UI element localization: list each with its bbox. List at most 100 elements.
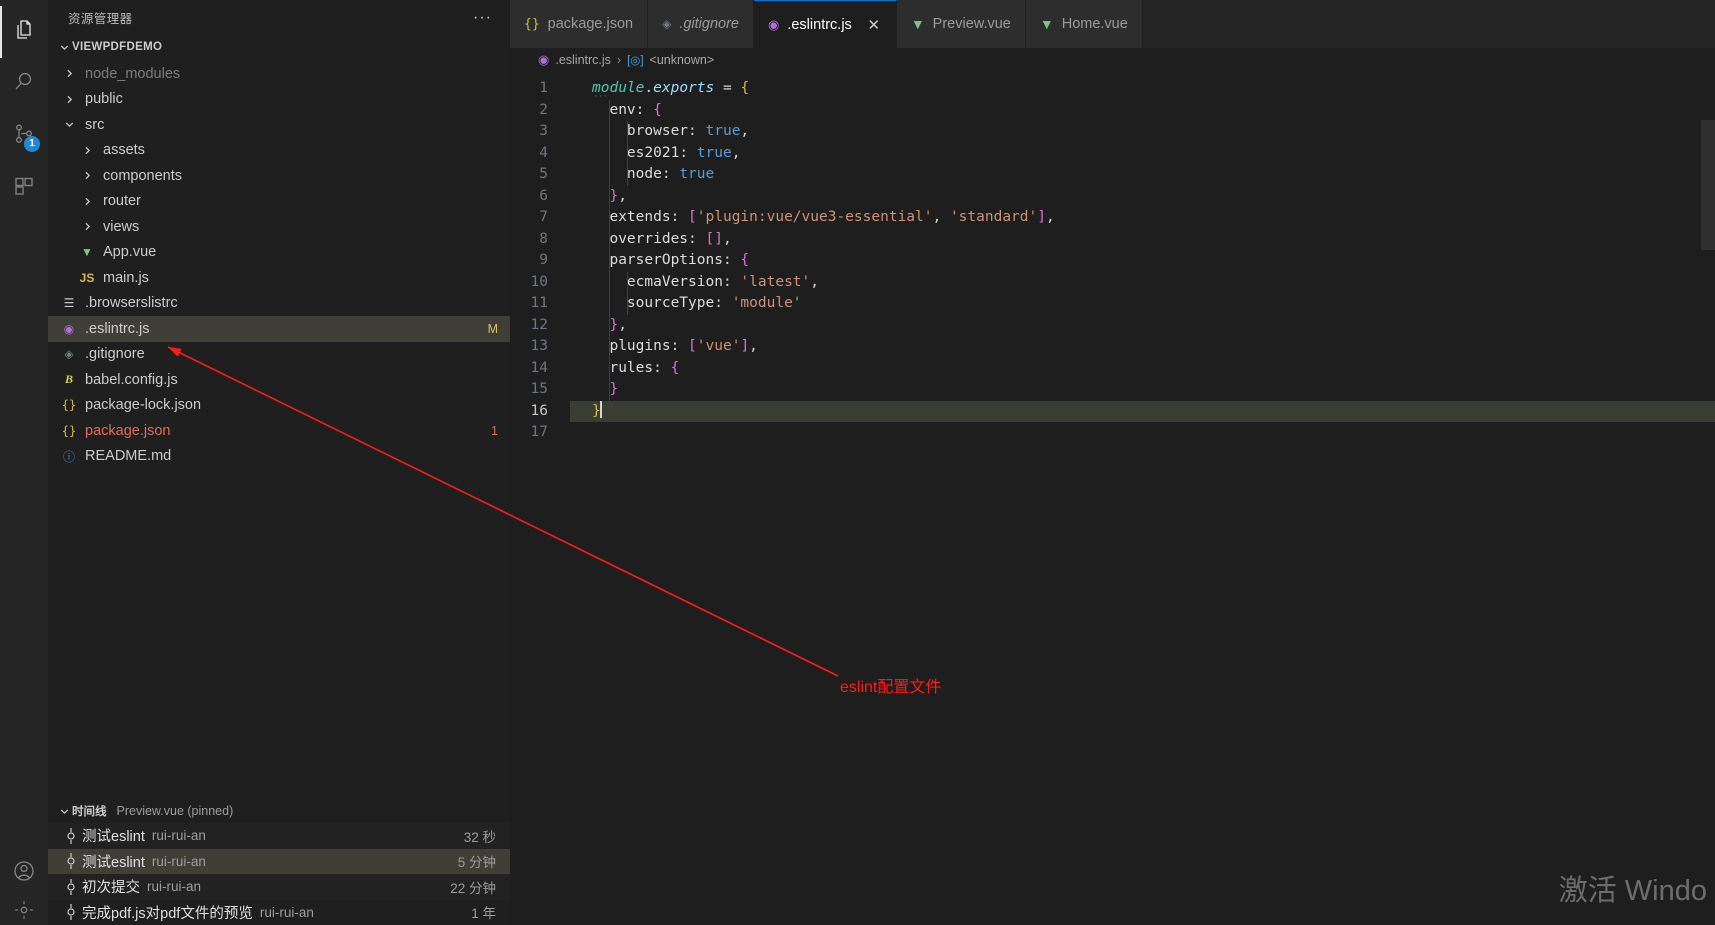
activity-bar-item-search[interactable] bbox=[0, 58, 48, 110]
timeline-item[interactable]: 测试eslint rui-rui-an 32 秒 bbox=[48, 823, 510, 849]
line-number: 5 bbox=[539, 166, 548, 182]
timeline-header[interactable]: 时间线 Preview.vue (pinned) bbox=[48, 799, 510, 823]
editor-tab-preview-vue[interactable]: ▼ Preview.vue bbox=[896, 0, 1026, 48]
tree-file-package-lock-json[interactable]: {} package-lock.json bbox=[48, 393, 510, 419]
line-number: 10 bbox=[530, 273, 548, 290]
code-line[interactable]: browser: true, bbox=[570, 121, 1715, 143]
source-control-badge: 1 bbox=[24, 136, 40, 152]
chevron-down-icon bbox=[58, 119, 80, 130]
timeline-item[interactable]: 完成pdf.js对pdf文件的预览 rui-rui-an 1 年 bbox=[48, 900, 510, 925]
code-line[interactable]: overrides: [], bbox=[570, 229, 1715, 251]
json-icon: {} bbox=[61, 423, 77, 438]
code-line[interactable]: extends: ['plugin:vue/vue3-essential', '… bbox=[570, 207, 1715, 229]
breadcrumb-file[interactable]: .eslintrc.js bbox=[555, 53, 611, 67]
code-line[interactable]: } bbox=[570, 379, 1715, 401]
explorer-more-actions-icon[interactable]: ··· bbox=[473, 9, 502, 27]
editor-tab-eslintrc-js[interactable]: ◉ .eslintrc.js ✕ bbox=[754, 0, 897, 48]
tree-item-label: App.vue bbox=[103, 244, 157, 261]
code-token: [ bbox=[688, 209, 697, 225]
code-line[interactable]: env: { bbox=[570, 100, 1715, 122]
code-line[interactable]: }, bbox=[570, 186, 1715, 208]
timeline-item-message: 测试eslint bbox=[82, 829, 145, 846]
chevron-right-icon bbox=[76, 221, 98, 232]
tree-folder-node-modules[interactable]: node_modules bbox=[48, 61, 510, 87]
tree-item-decoration: 1 bbox=[491, 423, 498, 438]
tree-item-decoration: M bbox=[487, 321, 498, 336]
code-line[interactable]: module.exports = { bbox=[570, 78, 1715, 100]
tree-file-eslintrc-js[interactable]: ◉ .eslintrc.js M bbox=[48, 316, 510, 342]
editor-area: {} package.json ◈ .gitignore ◉ .eslintrc.js ✕ ▼… bbox=[510, 0, 1715, 925]
explorer-root-folder-row[interactable]: VIEWPDFDEMO bbox=[48, 35, 510, 59]
timeline-item-author: rui-rui-an bbox=[151, 828, 206, 844]
chevron-right-icon bbox=[58, 94, 80, 105]
activity-bar-bottom-group bbox=[0, 847, 48, 925]
code-token: extends bbox=[592, 209, 671, 225]
code-token: : bbox=[670, 209, 680, 225]
tree-file-gitignore[interactable]: ◈ .gitignore bbox=[48, 342, 510, 368]
activity-bar-item-accounts[interactable] bbox=[0, 847, 48, 899]
code-token: : bbox=[688, 230, 697, 247]
code-token: , bbox=[810, 273, 819, 290]
tree-folder-src[interactable]: src bbox=[48, 112, 510, 138]
tab-label: Preview.vue bbox=[932, 16, 1011, 32]
code-line[interactable]: ecmaVersion: 'latest', bbox=[570, 272, 1715, 294]
line-number: 1 bbox=[539, 80, 548, 96]
timeline-item[interactable]: 初次提交 rui-rui-an 22 分钟 bbox=[48, 874, 510, 900]
tree-folder-components[interactable]: components bbox=[48, 163, 510, 189]
code-line[interactable]: sourceType: 'module' bbox=[570, 293, 1715, 315]
tree-folder-views[interactable]: views bbox=[48, 214, 510, 240]
code-line[interactable] bbox=[570, 422, 1715, 444]
activity-bar-item-source-control[interactable]: 1 bbox=[0, 110, 48, 162]
tree-folder-router[interactable]: router bbox=[48, 189, 510, 215]
tree-file-babel-config-js[interactable]: Bbabel.config.js bbox=[48, 367, 510, 393]
tree-file-main-js[interactable]: JS main.js bbox=[48, 265, 510, 291]
tree-item-label: babel.config.js bbox=[85, 371, 178, 388]
timeline-item[interactable]: 测试eslint rui-rui-an 5 分钟 bbox=[48, 848, 510, 874]
vue-icon: ▼ bbox=[1039, 16, 1054, 32]
code-line[interactable]: plugins: ['vue'], bbox=[570, 336, 1715, 358]
tab-label: Home.vue bbox=[1061, 16, 1128, 32]
editor-vertical-scrollbar[interactable] bbox=[1701, 120, 1715, 250]
line-number: 17 bbox=[530, 424, 548, 440]
tree-file-browserslistrc[interactable]: ☰ .browserslistrc bbox=[48, 291, 510, 317]
code-line[interactable]: rules: { bbox=[570, 358, 1715, 380]
editor-tab-package-json[interactable]: {} package.json bbox=[510, 0, 649, 48]
breadcrumb: ◉ .eslintrc.js › [◎] <unknown> bbox=[510, 48, 1715, 72]
tree-file-package-json[interactable]: {} package.json 1 bbox=[48, 418, 510, 444]
close-icon[interactable]: ✕ bbox=[866, 16, 882, 34]
activity-bar-item-explorer[interactable] bbox=[0, 6, 48, 58]
tab-bar-filler bbox=[1142, 0, 1715, 48]
code-token: 'standard' bbox=[949, 209, 1038, 225]
tree-folder-assets[interactable]: assets bbox=[48, 138, 510, 164]
code-line[interactable]: parserOptions: { bbox=[570, 250, 1715, 272]
code-token: ] bbox=[714, 230, 723, 247]
code-line[interactable]: }, bbox=[570, 315, 1715, 337]
code-token: overrides bbox=[592, 230, 689, 247]
gear-icon bbox=[13, 899, 35, 925]
code-line[interactable]: es2021: true, bbox=[570, 143, 1715, 165]
tree-file-app-vue[interactable]: ▼ App.vue bbox=[48, 240, 510, 266]
search-icon bbox=[12, 70, 36, 99]
js-icon: JS bbox=[79, 270, 95, 285]
activity-bar-item-extensions[interactable] bbox=[0, 162, 48, 214]
activity-bar-item-manage[interactable] bbox=[0, 899, 48, 925]
timeline-item-message: 初次提交 bbox=[82, 880, 140, 897]
code-line[interactable]: node: true bbox=[570, 164, 1715, 186]
tree-folder-public[interactable]: public bbox=[48, 87, 510, 113]
inline-hint-dots: ··· bbox=[594, 90, 608, 102]
editor-tab-gitignore[interactable]: ◈ .gitignore bbox=[648, 0, 754, 48]
editor-tab-home-vue[interactable]: ▼ Home.vue bbox=[1025, 0, 1143, 48]
code-editor[interactable]: 1 2 3 4 5 6 7 8 9 10 11 12 13 14 15 16 17 module.exports… bbox=[510, 72, 1715, 925]
code-token: es2021 bbox=[592, 144, 680, 161]
editor-tab-bar: {} package.json ◈ .gitignore ◉ .eslintrc.js ✕ ▼… bbox=[510, 0, 1715, 48]
tree-file-readme-md[interactable]: ⓘ README.md bbox=[48, 444, 510, 470]
breadcrumb-symbol[interactable]: <unknown> bbox=[650, 53, 715, 67]
code-lines[interactable]: module.exports = { env: { browser: true,… bbox=[570, 72, 1715, 925]
code-line[interactable]: } bbox=[570, 400, 1715, 422]
sidebar-explorer: 资源管理器 ··· VIEWPDFDEMO node_modules public… bbox=[48, 0, 510, 925]
eslint-icon: ◉ bbox=[63, 321, 75, 336]
chevron-right-icon bbox=[76, 196, 98, 207]
